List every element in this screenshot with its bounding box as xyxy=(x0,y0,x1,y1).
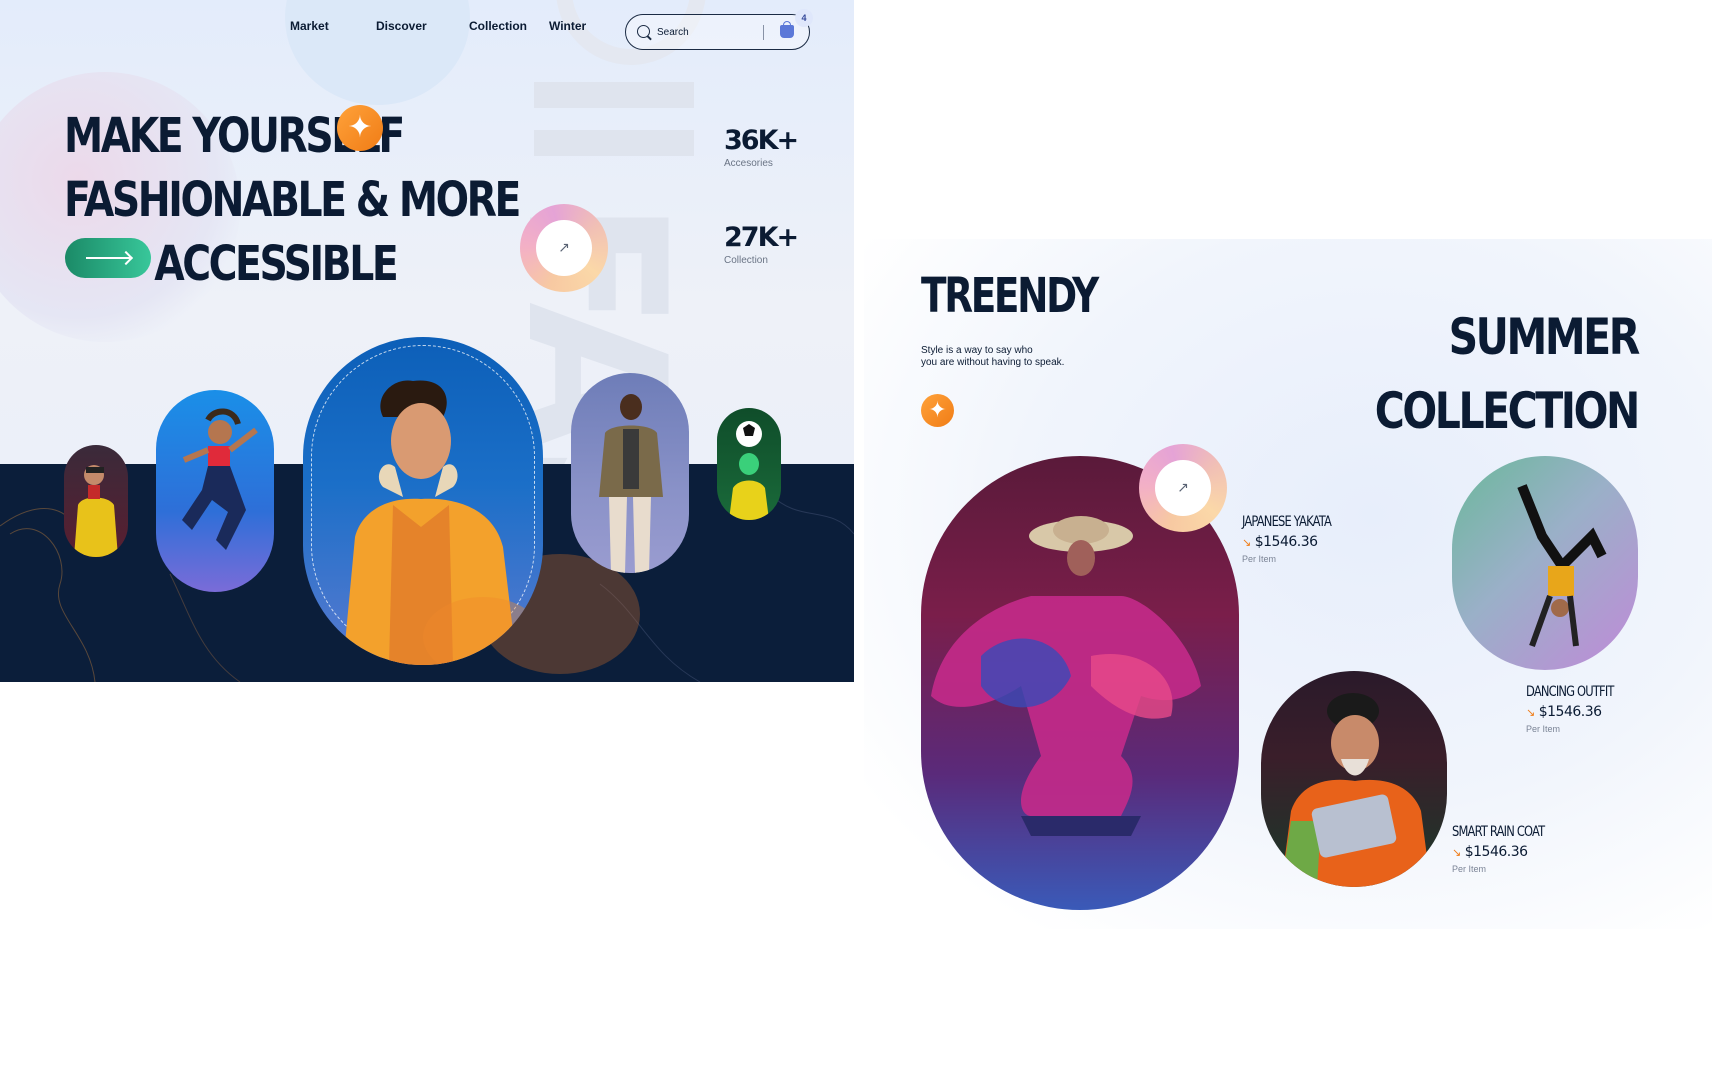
search-icon xyxy=(637,25,650,38)
shopping-bag-icon[interactable] xyxy=(780,21,794,38)
stat-value: 36K+ xyxy=(724,125,799,156)
product-price-value: $1546.36 xyxy=(1464,844,1528,860)
page: FASHION Market Discover Collection Winte… xyxy=(0,0,1712,1079)
nav-item-collection[interactable]: Collection xyxy=(469,19,527,33)
hero-section: FASHION Market Discover Collection Winte… xyxy=(0,0,854,682)
nav-item-winter[interactable]: Winter xyxy=(549,19,586,33)
person-figure xyxy=(1281,693,1431,887)
product-name: SMART RAIN COAT xyxy=(1452,824,1545,840)
model-photo[interactable] xyxy=(571,373,689,573)
trend-down-icon: ↘ xyxy=(1452,846,1461,859)
nav-item-discover[interactable]: Discover xyxy=(376,19,427,33)
decor-bar xyxy=(534,130,694,156)
tagline-line-2: you are without having to speak. xyxy=(921,357,1065,368)
sparkle-icon: ✦ xyxy=(921,394,954,427)
heading-line-1: SUMMER xyxy=(1448,308,1641,366)
product-price-value: $1546.36 xyxy=(1254,534,1318,550)
product-photo-smart-rain-coat[interactable] xyxy=(1261,671,1447,887)
trend-down-icon: ↘ xyxy=(1526,706,1535,719)
model-photo[interactable] xyxy=(156,390,274,592)
brand-title: TREENDY xyxy=(921,268,1099,324)
product-price: ↘ $1546.36 xyxy=(1242,534,1351,550)
decor-blob xyxy=(285,0,470,105)
stat-label: Collection xyxy=(724,255,768,266)
sparkle-icon: ✦ xyxy=(337,105,383,151)
arrow-up-right-icon: ↗ xyxy=(1155,460,1211,516)
stat-collection: 27K+ Collection xyxy=(724,222,799,266)
stat-accessories: 36K+ Accesories xyxy=(724,125,799,169)
product-name: DANCING OUTFIT xyxy=(1526,684,1614,700)
collection-heading: SUMMER COLLECTION xyxy=(1374,300,1641,448)
product-price: ↘ $1546.36 xyxy=(1452,844,1565,860)
product-japanese-yakata[interactable]: JAPANESE YAKATA ↘ $1546.36 Per Item xyxy=(1242,514,1351,564)
trend-down-icon: ↘ xyxy=(1242,536,1251,549)
headline-line-2: FASHIONABLE & MORE xyxy=(64,172,521,228)
product-unit: Per Item xyxy=(1452,864,1487,874)
stat-value: 27K+ xyxy=(724,222,799,253)
person-figure xyxy=(1517,484,1607,648)
decor-bar xyxy=(534,82,694,108)
product-name: JAPANESE YAKATA xyxy=(1242,514,1332,530)
model-photo[interactable] xyxy=(64,445,128,557)
person-figure xyxy=(343,380,543,665)
tagline: Style is a way to say who you are withou… xyxy=(921,345,1091,369)
search-input[interactable] xyxy=(657,24,777,40)
person-figure xyxy=(599,394,663,573)
nav-item-market[interactable]: Market xyxy=(290,19,329,33)
arrow-right-icon xyxy=(86,257,130,259)
cart-count-badge: 4 xyxy=(795,9,813,27)
person-figure xyxy=(729,421,769,520)
featured-model-photo[interactable] xyxy=(303,337,543,665)
model-photo[interactable] xyxy=(717,408,781,520)
product-photo-dancing-outfit[interactable] xyxy=(1452,456,1638,670)
divider xyxy=(763,25,764,40)
person-figure xyxy=(74,465,118,557)
person-figure xyxy=(182,408,258,550)
headline-line-1: MAKE YOURSELF xyxy=(64,108,405,164)
search-bar[interactable]: 4 xyxy=(625,9,813,50)
product-dancing-outfit[interactable]: DANCING OUTFIT ↘ $1546.36 Per Item xyxy=(1526,684,1633,734)
product-unit: Per Item xyxy=(1242,554,1277,564)
product-unit: Per Item xyxy=(1526,724,1561,734)
explore-arrow-button[interactable] xyxy=(65,238,151,278)
product-price: ↘ $1546.36 xyxy=(1526,704,1633,720)
arrow-up-right-icon: ↗ xyxy=(536,220,592,276)
tagline-line-1: Style is a way to say who xyxy=(921,345,1033,356)
arrow-up-right-button[interactable]: ↗ xyxy=(520,204,608,292)
product-price-value: $1546.36 xyxy=(1538,704,1602,720)
arrow-up-right-button[interactable]: ↗ xyxy=(1139,444,1227,532)
stat-label: Accesories xyxy=(724,158,773,169)
heading-line-2: COLLECTION xyxy=(1374,382,1641,440)
product-smart-rain-coat[interactable]: SMART RAIN COAT ↘ $1546.36 Per Item xyxy=(1452,824,1565,874)
